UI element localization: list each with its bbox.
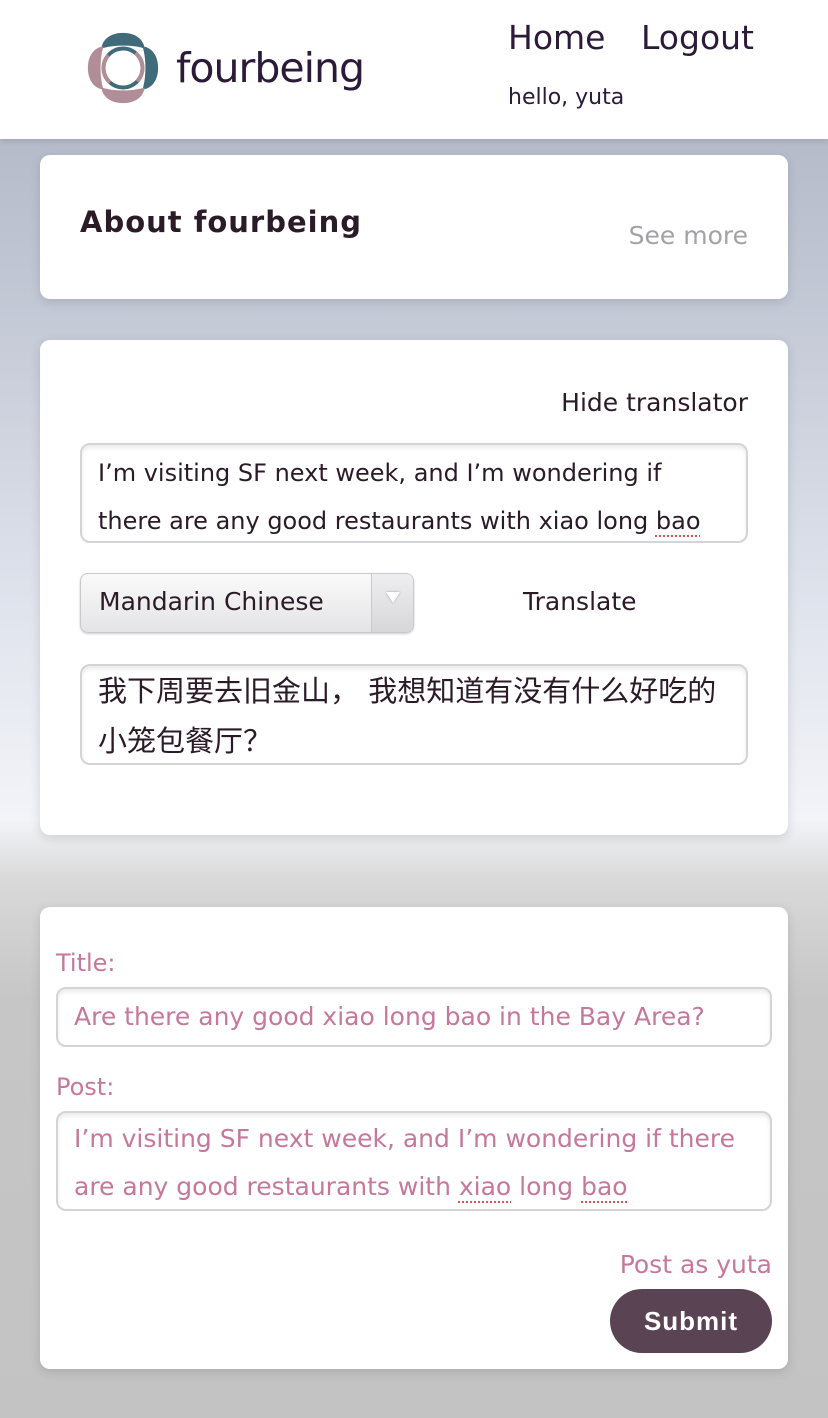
- chevron-down-icon: [371, 574, 413, 632]
- translator-card: Hide translator I’m visiting SF next wee…: [40, 340, 788, 835]
- language-select[interactable]: Mandarin Chinese: [80, 573, 414, 633]
- language-select-value: Mandarin Chinese: [99, 587, 324, 616]
- title-label: Title:: [56, 949, 116, 977]
- post-textarea[interactable]: I’m visiting SF next week, and I’m wonde…: [56, 1111, 772, 1211]
- post-text: I’m visiting SF next week, and I’m wonde…: [74, 1124, 735, 1201]
- fourbeing-logo-icon: [87, 32, 159, 104]
- translator-output[interactable]: 我下周要去旧金山， 我想知道有没有什么好吃的小笼包餐厅？: [80, 664, 748, 765]
- about-title: About fourbeing: [80, 205, 362, 239]
- hide-translator-link[interactable]: Hide translator: [561, 388, 748, 417]
- submit-button[interactable]: Submit: [610, 1289, 772, 1353]
- post-label: Post:: [56, 1073, 115, 1101]
- title-input[interactable]: Are there any good xiao long bao in the …: [56, 987, 772, 1047]
- post-form-card: Title: Are there any good xiao long bao …: [40, 907, 788, 1369]
- translator-source-input[interactable]: I’m visiting SF next week, and I’m wonde…: [80, 443, 748, 543]
- source-text: I’m visiting SF next week, and I’m wonde…: [98, 459, 662, 535]
- user-greeting: hello, yuta: [508, 85, 625, 110]
- translate-button[interactable]: Translate: [523, 587, 637, 616]
- nav-home-link[interactable]: Home: [508, 18, 605, 57]
- spellcheck-flagged-word: xiao: [458, 1172, 512, 1201]
- post-text: long: [511, 1172, 582, 1201]
- about-card: About fourbeing See more: [40, 155, 788, 299]
- see-more-link[interactable]: See more: [629, 221, 748, 250]
- nav-logout-link[interactable]: Logout: [641, 18, 754, 57]
- brand-logo[interactable]: fourbeing: [84, 28, 374, 108]
- post-as-label: Post as yuta: [619, 1250, 772, 1279]
- brand-name: fourbeing: [176, 43, 365, 92]
- spellcheck-flagged-word: bao: [655, 507, 701, 535]
- app-header: fourbeing Home Logout hello, yuta: [0, 0, 828, 139]
- spellcheck-flagged-word: bao: [581, 1172, 628, 1201]
